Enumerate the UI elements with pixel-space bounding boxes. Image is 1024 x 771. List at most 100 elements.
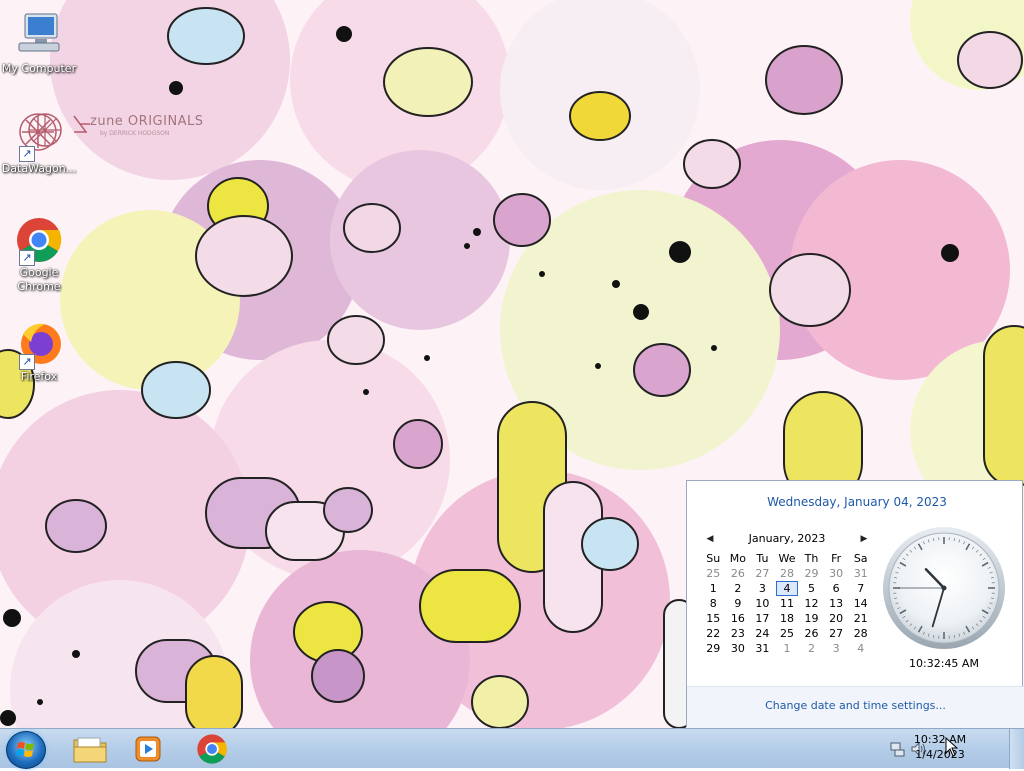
desktop-icon-my-computer[interactable]: My Computer	[1, 12, 77, 76]
calendar-week-row: 1 2 3 4 5 6 7	[701, 581, 873, 596]
calendar-day[interactable]: 14	[848, 596, 873, 611]
shortcut-arrow-icon: ↗	[19, 250, 35, 266]
calendar-day[interactable]: 27	[824, 626, 849, 641]
calendar-day[interactable]: 27	[750, 566, 775, 581]
taskbar-date: 1/4/2023	[908, 747, 972, 762]
calendar-day[interactable]: 5	[799, 581, 824, 596]
calendar-day[interactable]: 29	[701, 641, 726, 656]
calendar-day[interactable]: 24	[750, 626, 775, 641]
calendar-week-row: 15 16 17 18 19 20 21	[701, 611, 873, 626]
digital-time: 10:32:45 AM	[881, 657, 1007, 670]
taskbar: 10:32 AM 1/4/2023	[0, 728, 1024, 768]
analog-clock	[881, 525, 1007, 651]
calendar-day[interactable]: 30	[726, 641, 751, 656]
calendar-day[interactable]: 25	[701, 566, 726, 581]
weekday-label: Th	[799, 551, 824, 566]
calendar-day-today[interactable]: 4	[775, 581, 800, 596]
calendar-header: ◀ January, 2023 ▶	[701, 529, 873, 549]
calendar-day[interactable]: 30	[824, 566, 849, 581]
calendar-day[interactable]: 7	[848, 581, 873, 596]
calendar-week-row: 8 9 10 11 12 13 14	[701, 596, 873, 611]
month-calendar: ◀ January, 2023 ▶ Su Mo Tu We Th Fr Sa 2…	[701, 529, 873, 656]
desktop-icon-label: DataWagon...	[1, 162, 77, 176]
weekday-label: We	[775, 551, 800, 566]
calendar-day[interactable]: 28	[848, 626, 873, 641]
next-month-icon[interactable]: ▶	[857, 529, 871, 549]
calendar-day[interactable]: 3	[750, 581, 775, 596]
date-time-flyout: Wednesday, January 04, 2023 ◀ January, 2…	[686, 480, 1023, 727]
calendar-day[interactable]: 4	[848, 641, 873, 656]
weekday-label: Sa	[848, 551, 873, 566]
chrome-icon: ↗	[15, 216, 63, 264]
calendar-day[interactable]: 10	[750, 596, 775, 611]
datawagon-icon: ↗	[15, 112, 63, 160]
weekday-label: Fr	[824, 551, 849, 566]
calendar-day[interactable]: 15	[701, 611, 726, 626]
calendar-week-row: 22 23 24 25 26 27 28	[701, 626, 873, 641]
computer-icon	[15, 12, 63, 60]
calendar-day[interactable]: 13	[824, 596, 849, 611]
media-player-button[interactable]	[120, 731, 176, 767]
desktop-icon-label: My Computer	[1, 62, 77, 76]
change-date-time-settings-link[interactable]: Change date and time settings...	[687, 699, 1024, 712]
start-button[interactable]	[6, 731, 46, 769]
desktop-icon-label: Firefox	[1, 370, 77, 384]
calendar-day[interactable]: 2	[799, 641, 824, 656]
calendar-day[interactable]: 18	[775, 611, 800, 626]
show-desktop-button[interactable]	[1009, 729, 1024, 769]
calendar-day[interactable]: 26	[799, 626, 824, 641]
shortcut-arrow-icon: ↗	[19, 146, 35, 162]
firefox-icon: ↗	[15, 320, 63, 368]
shortcut-arrow-icon: ↗	[19, 354, 35, 370]
calendar-day[interactable]: 31	[750, 641, 775, 656]
calendar-day[interactable]: 3	[824, 641, 849, 656]
chrome-taskbar-button[interactable]	[184, 731, 240, 767]
taskbar-time: 10:32 AM	[908, 732, 972, 747]
desktop-icon-firefox[interactable]: ↗ Firefox	[1, 320, 77, 384]
chrome-icon	[196, 733, 228, 765]
weekday-header-row: Su Mo Tu We Th Fr Sa	[701, 551, 873, 566]
calendar-day[interactable]: 9	[726, 596, 751, 611]
calendar-day[interactable]: 11	[775, 596, 800, 611]
calendar-grid: Su Mo Tu We Th Fr Sa 25 26 27 28 29 30	[701, 551, 873, 656]
windows-logo-icon	[7, 732, 45, 768]
previous-month-icon[interactable]: ◀	[703, 529, 717, 549]
calendar-day[interactable]: 2	[726, 581, 751, 596]
calendar-day[interactable]: 25	[775, 626, 800, 641]
desktop-icon-label: Google Chrome	[1, 266, 77, 294]
file-explorer-button[interactable]	[62, 731, 118, 767]
desktop-icon-google-chrome[interactable]: ↗ Google Chrome	[1, 216, 77, 294]
calendar-day[interactable]: 16	[726, 611, 751, 626]
calendar-day[interactable]: 19	[799, 611, 824, 626]
network-icon[interactable]	[890, 741, 906, 760]
calendar-day[interactable]: 8	[701, 596, 726, 611]
folder-icon	[72, 734, 108, 764]
calendar-week-row: 29 30 31 1 2 3 4	[701, 641, 873, 656]
calendar-day[interactable]: 1	[775, 641, 800, 656]
zune-logo-text: zune ORIGINALS	[90, 114, 204, 129]
calendar-day[interactable]: 26	[726, 566, 751, 581]
calendar-day[interactable]: 20	[824, 611, 849, 626]
calendar-day[interactable]: 29	[799, 566, 824, 581]
month-title[interactable]: January, 2023	[749, 532, 826, 545]
mouse-cursor-icon	[945, 737, 959, 757]
calendar-day[interactable]: 31	[848, 566, 873, 581]
calendar-week-row: 25 26 27 28 29 30 31	[701, 566, 873, 581]
calendar-day[interactable]: 12	[799, 596, 824, 611]
media-player-icon	[133, 734, 163, 764]
calendar-day[interactable]: 22	[701, 626, 726, 641]
calendar-day[interactable]: 23	[726, 626, 751, 641]
taskbar-clock[interactable]: 10:32 AM 1/4/2023	[908, 732, 972, 762]
calendar-day[interactable]: 6	[824, 581, 849, 596]
zune-logo-byline: by DERRICK HODGSON	[100, 130, 169, 137]
calendar-day[interactable]: 17	[750, 611, 775, 626]
today-marker: 4	[776, 581, 798, 596]
long-date-link[interactable]: Wednesday, January 04, 2023	[687, 495, 1024, 509]
calendar-day[interactable]: 1	[701, 581, 726, 596]
calendar-day[interactable]: 21	[848, 611, 873, 626]
calendar-day[interactable]: 28	[775, 566, 800, 581]
weekday-label: Mo	[726, 551, 751, 566]
weekday-label: Tu	[750, 551, 775, 566]
weekday-label: Su	[701, 551, 726, 566]
desktop-icon-datawagon[interactable]: ↗ DataWagon...	[1, 112, 77, 176]
